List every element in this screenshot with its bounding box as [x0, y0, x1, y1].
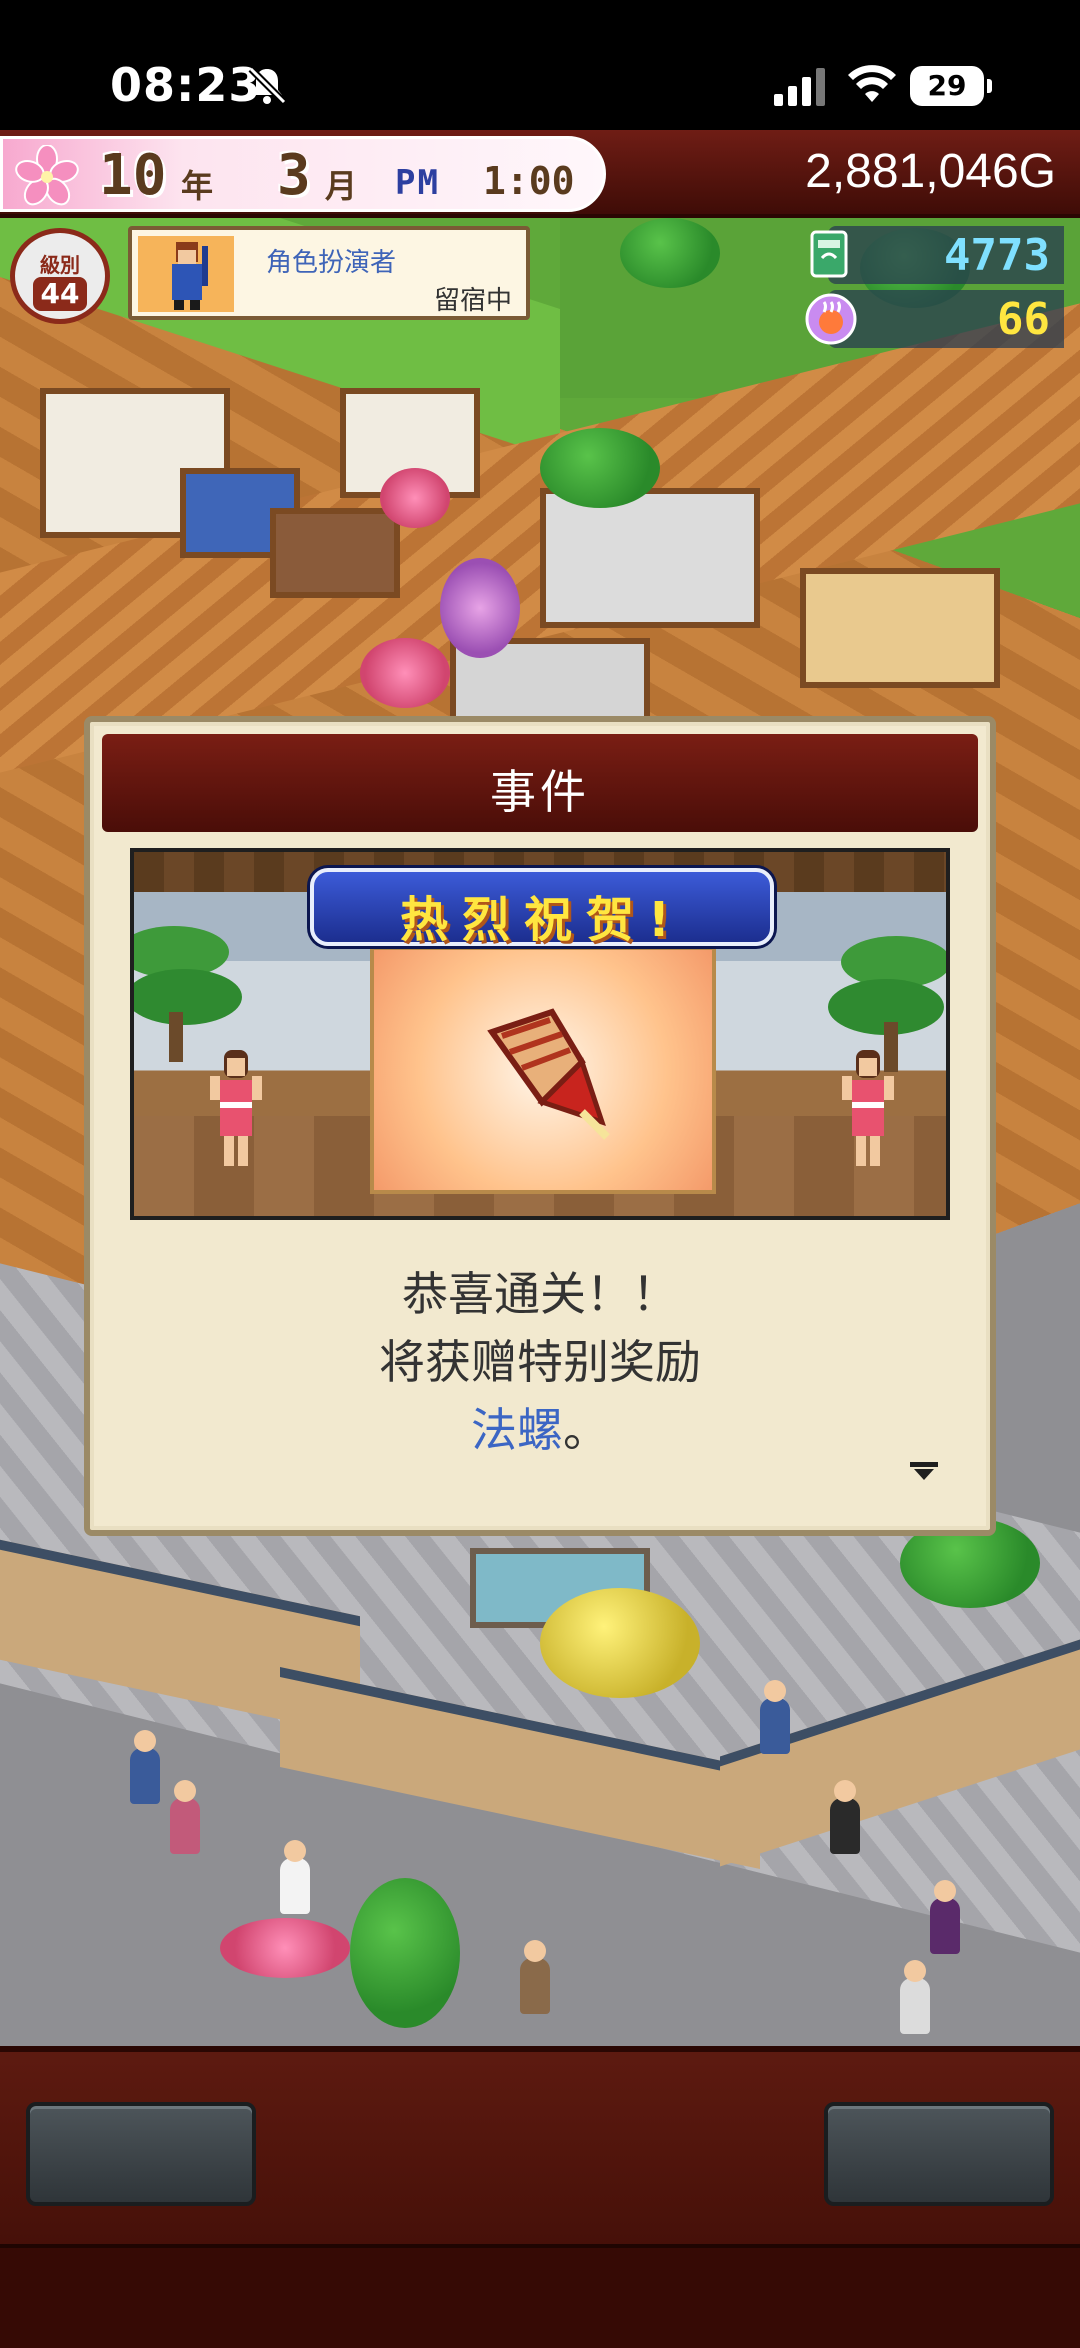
cellular-signal-icon [774, 68, 825, 106]
character-card[interactable]: 角色扮演者 留宿中 [128, 226, 530, 320]
character-portrait [138, 236, 234, 312]
shop-building[interactable] [270, 508, 400, 598]
bottom-menu-bar [0, 2046, 1080, 2348]
right-menu-button[interactable] [824, 2102, 1054, 2206]
visitor-character[interactable] [280, 1840, 310, 1914]
date-panel: 10 年 3 月 PM 1:00 [0, 136, 606, 212]
visitor-character[interactable] [830, 1780, 860, 1854]
sakura-icon [15, 145, 79, 206]
conch-shell-icon [487, 1008, 610, 1140]
status-time: 08:23 [110, 58, 262, 112]
flower-bed [220, 1918, 350, 1978]
bath-room[interactable] [540, 488, 760, 628]
visitor-character[interactable] [170, 1780, 200, 1854]
dialog-line-3: 法螺。 [120, 1394, 960, 1460]
year-unit: 年 [181, 167, 214, 205]
celebration-scene: 热烈祝贺! [130, 848, 950, 1220]
level-value: 44 [33, 277, 87, 311]
visitor-character[interactable] [900, 1960, 930, 2034]
reward-frame [370, 946, 716, 1194]
character-status: 留宿中 [433, 286, 512, 316]
gold-amount: 2,881,046G [805, 145, 1056, 198]
left-menu-button[interactable] [26, 2102, 256, 2206]
research-book-icon [810, 230, 848, 278]
onsen-medal-icon [805, 293, 857, 345]
lounge-room[interactable] [800, 568, 1000, 688]
tree [620, 218, 720, 288]
next-arrow-icon[interactable] [910, 1462, 938, 1480]
flower-bush [360, 638, 450, 708]
dialog-line-1: 恭喜通关！！ [402, 1267, 678, 1321]
bush [540, 428, 660, 508]
battery-icon: 29 [910, 66, 992, 106]
visitor-character[interactable] [520, 1940, 550, 2014]
event-dialog[interactable]: 事件 热烈祝贺! 恭喜通关！！ 将获赠特别奖励 法螺。 [84, 716, 996, 1536]
status-bar: 08:23 29 [0, 0, 1080, 130]
visitor-character[interactable] [760, 1680, 790, 1754]
yellow-flower-bed [540, 1588, 700, 1698]
research-points-value: 4773 [944, 230, 1050, 281]
visitor-character[interactable] [930, 1880, 960, 1954]
onsen-points-value: 66 [997, 294, 1050, 345]
game-clock: 1:00 [483, 159, 575, 203]
month-value: 3 [277, 143, 311, 208]
banner-text: 热烈祝贺! [400, 892, 684, 948]
dialog-title: 事件 [490, 765, 590, 819]
research-points-display[interactable]: 4773 [810, 226, 1064, 284]
flower-bush [440, 558, 520, 658]
dialog-punctuation: 。 [563, 1403, 609, 1457]
dialog-header: 事件 [102, 734, 978, 832]
congratulations-banner: 热烈祝贺! [310, 868, 774, 948]
top-hud: 10 年 3 月 PM 1:00 2,881,046G [0, 130, 1080, 218]
bell-slash-icon [248, 66, 287, 105]
reward-item-name: 法螺 [471, 1403, 563, 1457]
onsen-points-display[interactable]: 66 [805, 290, 1064, 348]
month-unit: 月 [325, 167, 358, 205]
cheering-girl-icon [842, 1050, 894, 1166]
wifi-icon [848, 65, 896, 102]
dialog-line-2: 将获赠特别奖励 [379, 1335, 701, 1389]
cheering-girl-icon [210, 1050, 262, 1166]
level-label: 級別 [40, 253, 80, 277]
visitor-character[interactable] [130, 1730, 160, 1804]
level-badge[interactable]: 級別 44 [10, 228, 110, 324]
pine-tree-icon [134, 926, 242, 1062]
ampm-label: PM [395, 163, 440, 203]
year-value: 10 [99, 143, 167, 208]
flower-bush [380, 468, 450, 528]
tree [350, 1878, 460, 2028]
character-name: 角色扮演者 [266, 248, 397, 278]
